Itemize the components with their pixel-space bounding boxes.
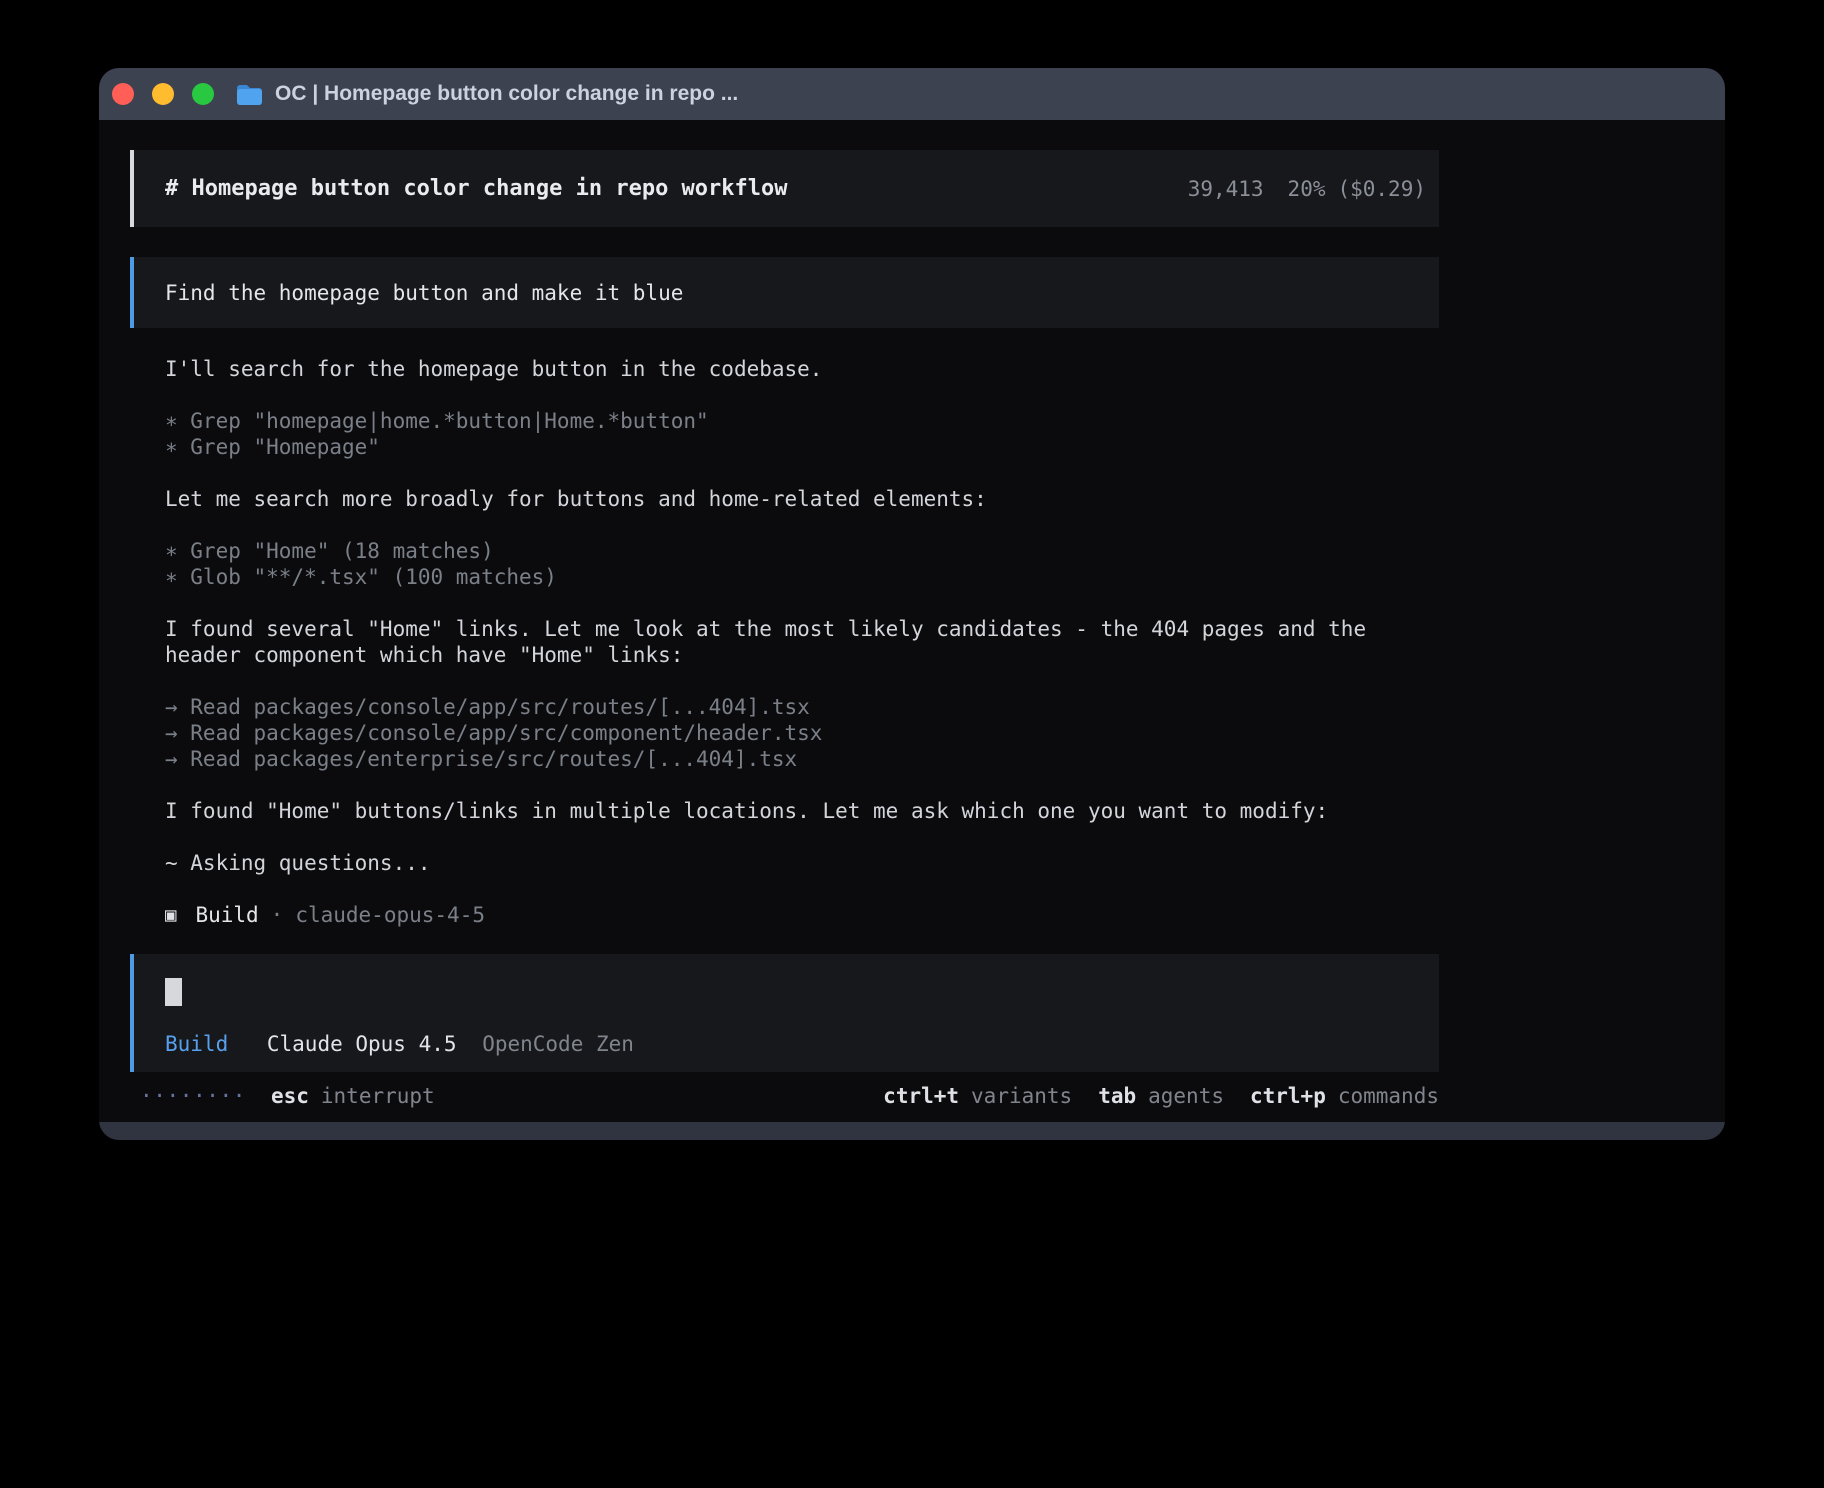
shortcut-agents: tab agents — [1098, 1084, 1224, 1108]
assistant-text: I'll search for the homepage button in t… — [165, 356, 1439, 382]
assistant-text: Let me search more broadly for buttons a… — [165, 486, 1439, 512]
traffic-lights — [112, 83, 214, 105]
progress-dots: ········ — [140, 1084, 246, 1108]
shortcut-key: esc — [271, 1084, 309, 1108]
text-cursor — [165, 978, 182, 1006]
tool-call-read: → Read packages/console/app/src/routes/[… — [165, 694, 1439, 720]
session-header: # Homepage button color change in repo w… — [130, 150, 1439, 227]
folder-icon — [236, 83, 263, 106]
context-percent: 20% — [1288, 177, 1326, 201]
assistant-text: I found several "Home" links. Let me loo… — [165, 616, 1439, 668]
shortcut-label: commands — [1338, 1084, 1439, 1108]
tool-call-glob: ∗ Glob "**/*.tsx" (100 matches) — [165, 564, 1439, 590]
separator-dot: · — [271, 902, 284, 928]
agent-status-line: ▣ Build · claude-opus-4-5 — [165, 902, 1439, 928]
tool-call-grep: ∗ Grep "Home" (18 matches) — [165, 538, 1439, 564]
user-message: Find the homepage button and make it blu… — [130, 257, 1439, 328]
shortcut-key: ctrl+p — [1250, 1084, 1326, 1108]
agent-icon: ▣ — [165, 902, 176, 928]
shortcut-variants: ctrl+t variants — [883, 1084, 1072, 1108]
tool-call-group: ∗ Grep "homepage|home.*button|Home.*butt… — [165, 408, 1439, 460]
tool-call-read: → Read packages/console/app/src/componen… — [165, 720, 1439, 746]
provider-name: OpenCode Zen — [482, 1032, 634, 1056]
token-count: 39,413 — [1188, 177, 1264, 201]
shortcut-label: variants — [971, 1084, 1072, 1108]
user-message-text: Find the homepage button and make it blu… — [165, 281, 683, 305]
window-title: OC | Homepage button color change in rep… — [275, 82, 738, 106]
session-title: # Homepage button color change in repo w… — [165, 176, 788, 201]
input-status-bar: Build Claude Opus 4.5 OpenCode Zen — [165, 1032, 1439, 1056]
activity-status: ~ Asking questions... — [165, 850, 1439, 876]
assistant-text: I found "Home" buttons/links in multiple… — [165, 798, 1439, 824]
tool-call-group: ∗ Grep "Home" (18 matches) ∗ Glob "**/*.… — [165, 538, 1439, 590]
footer-shortcuts-right: ctrl+t variants tab agents ctrl+p comman… — [883, 1084, 1439, 1108]
tool-call-group: → Read packages/console/app/src/routes/[… — [165, 694, 1439, 772]
window-bottom-edge — [99, 1122, 1725, 1140]
terminal-window: OC | Homepage button color change in rep… — [99, 68, 1725, 1140]
tool-call-grep: ∗ Grep "Homepage" — [165, 434, 1439, 460]
agent-name: Build — [195, 902, 258, 928]
shortcut-label: agents — [1148, 1084, 1224, 1108]
shortcut-key: ctrl+t — [883, 1084, 959, 1108]
session-stats: 39,413 20% ($0.29) — [1188, 177, 1426, 201]
prompt-input[interactable]: Build Claude Opus 4.5 OpenCode Zen — [130, 954, 1439, 1072]
titlebar: OC | Homepage button color change in rep… — [99, 68, 1725, 120]
conversation: I'll search for the homepage button in t… — [165, 356, 1439, 928]
minimize-button[interactable] — [152, 83, 174, 105]
shortcut-key: tab — [1098, 1084, 1136, 1108]
shortcut-commands: ctrl+p commands — [1250, 1084, 1439, 1108]
zoom-button[interactable] — [192, 83, 214, 105]
model-name[interactable]: Claude Opus 4.5 — [267, 1032, 457, 1056]
shortcut-interrupt: esc interrupt — [271, 1084, 435, 1108]
tool-call-read: → Read packages/enterprise/src/routes/[.… — [165, 746, 1439, 772]
close-button[interactable] — [112, 83, 134, 105]
tool-call-grep: ∗ Grep "homepage|home.*button|Home.*butt… — [165, 408, 1439, 434]
agent-model: claude-opus-4-5 — [295, 902, 485, 928]
shortcut-label: interrupt — [321, 1084, 435, 1108]
footer-bar: ········ esc interrupt ctrl+t variants t… — [140, 1084, 1439, 1108]
session-cost: ($0.29) — [1337, 177, 1426, 201]
agent-mode-label[interactable]: Build — [165, 1032, 228, 1056]
